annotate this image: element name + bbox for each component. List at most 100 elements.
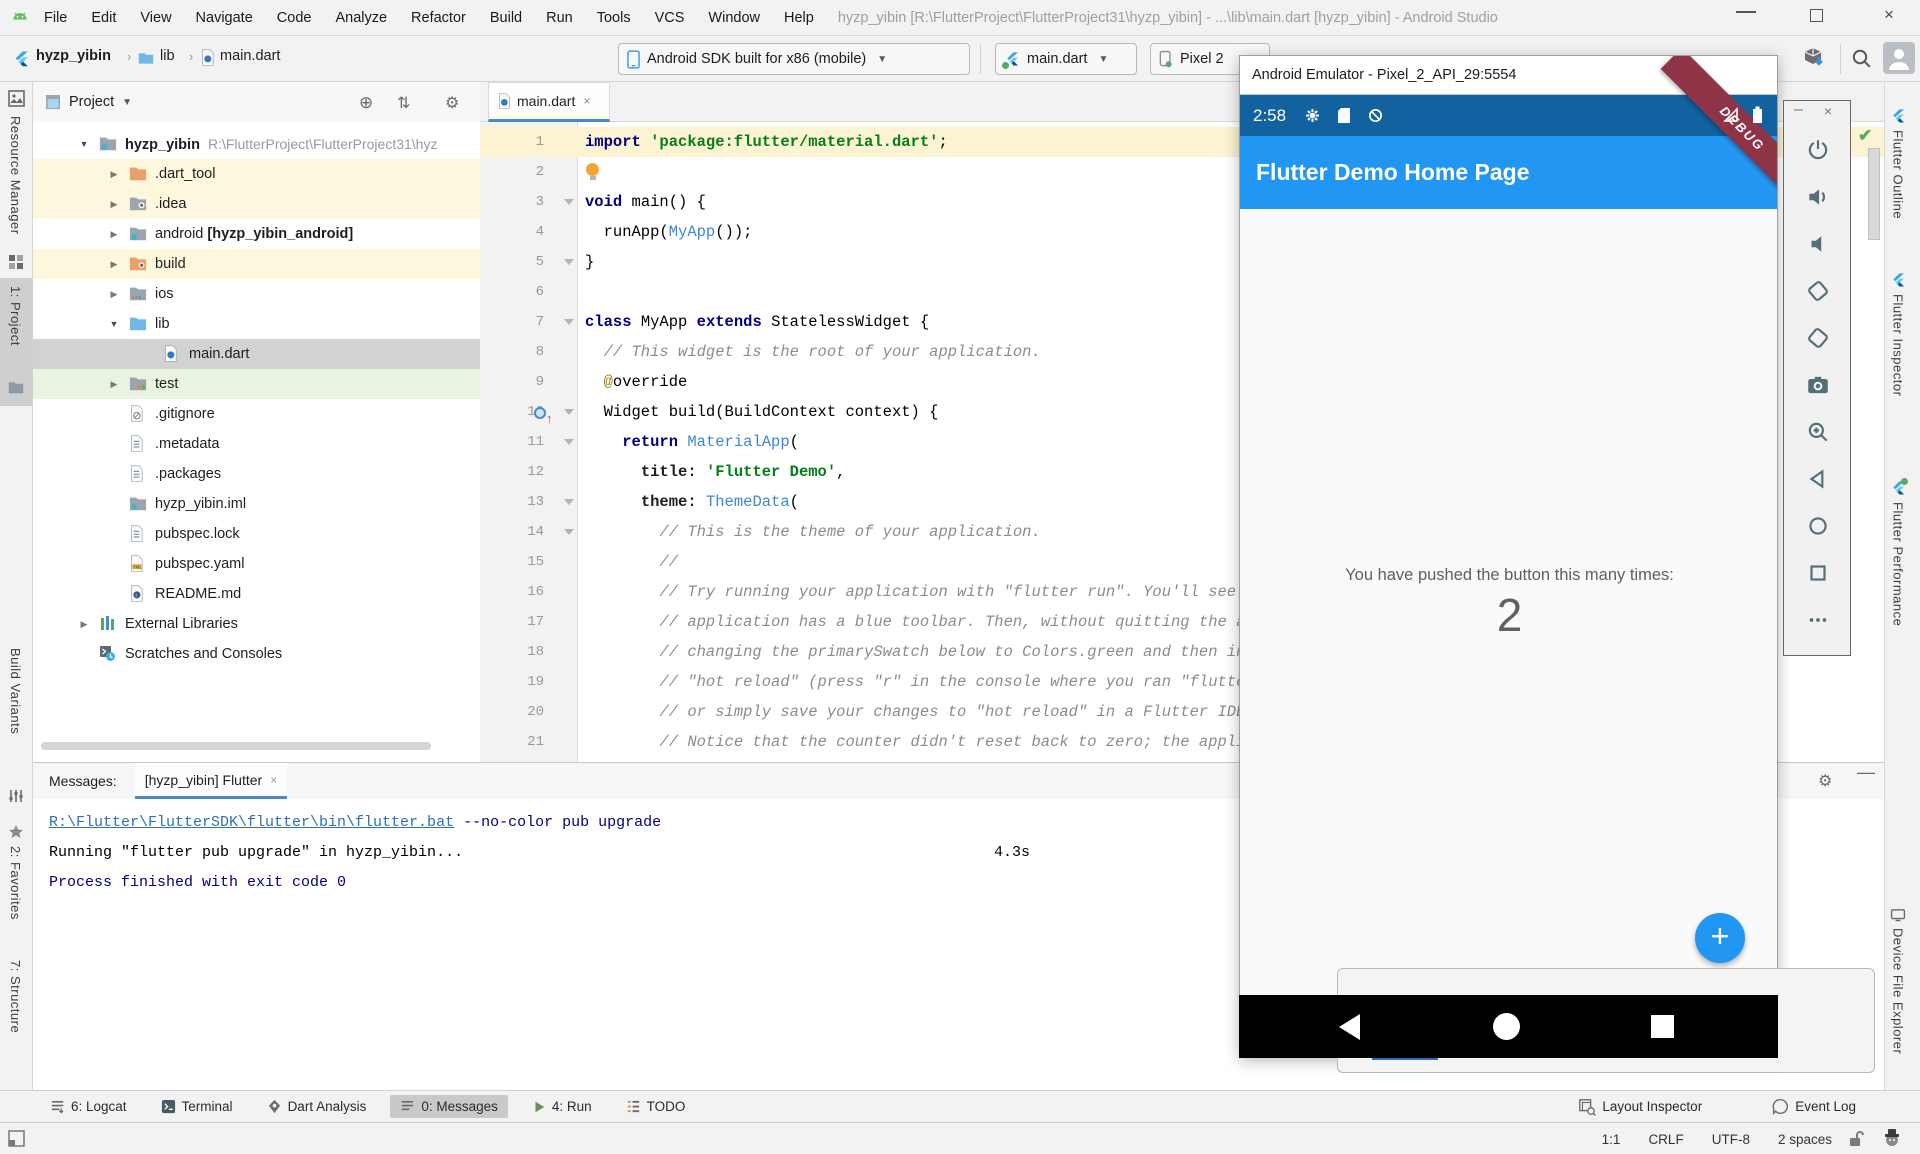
stripe-flutter-inspector[interactable]: Flutter Inspector <box>1890 272 1906 396</box>
tree-item--idea[interactable]: ▶.idea <box>33 189 480 219</box>
nav-overview-button[interactable] <box>1651 1015 1674 1038</box>
emulator-home-button[interactable] <box>1805 513 1831 539</box>
stripe-build-variants[interactable]: Build Variants <box>8 648 23 734</box>
breadcrumb-project[interactable]: hyzp_yibin <box>36 48 111 64</box>
editor-scrollbar[interactable] <box>1868 148 1880 240</box>
tree-item-build[interactable]: ▶build <box>33 249 480 279</box>
console-line[interactable]: Running "flutter pub upgrade" in hyzp_yi… <box>49 838 463 868</box>
breadcrumb-folder[interactable]: lib <box>160 48 175 64</box>
fold-marker-icon[interactable] <box>564 319 574 325</box>
tree-item--dart-tool[interactable]: ▶.dart_tool <box>33 159 480 189</box>
stripe-favorites[interactable]: 2: Favorites <box>8 846 23 920</box>
tree-item-android[interactable]: ▶android [hyzp_yibin_android] <box>33 219 480 249</box>
fold-marker-icon[interactable] <box>564 439 574 445</box>
tree-item--gitignore[interactable]: .gitignore <box>33 399 480 429</box>
menu-tools[interactable]: Tools <box>597 10 631 26</box>
menu-vcs[interactable]: VCS <box>655 10 685 26</box>
status-utf-8[interactable]: UTF-8 <box>1712 1132 1750 1147</box>
menu-help[interactable]: Help <box>784 10 814 26</box>
status-2-spaces[interactable]: 2 spaces <box>1778 1132 1832 1147</box>
tree-item-pubspec-lock[interactable]: pubspec.lock <box>33 519 480 549</box>
emulator-volume-up-button[interactable] <box>1805 184 1831 210</box>
toolwindow-tab-dart-analysis[interactable]: Dart Analysis <box>257 1095 377 1118</box>
tree-collapsed-icon[interactable]: ▶ <box>107 259 121 270</box>
hide-panel-icon[interactable]: — <box>1857 762 1875 783</box>
avatar[interactable] <box>1883 42 1915 74</box>
tree-collapsed-icon[interactable]: ▶ <box>107 229 121 240</box>
tree-item-hyzp-yibin-iml[interactable]: hyzp_yibin.iml <box>33 489 480 519</box>
status-1-1[interactable]: 1:1 <box>1602 1132 1621 1147</box>
console-line[interactable]: Process finished with exit code 0 <box>49 868 346 898</box>
menu-analyze[interactable]: Analyze <box>335 10 387 26</box>
stripe-flutter-performance[interactable]: Flutter Performance <box>1890 480 1906 626</box>
fold-marker-icon[interactable] <box>564 529 574 535</box>
tree-item-lib[interactable]: ▼lib <box>33 309 480 339</box>
menu-file[interactable]: File <box>44 10 67 26</box>
tree-expanded-icon[interactable]: ▼ <box>77 139 91 149</box>
toolwindow-tab-event-log[interactable]: Event Log <box>1762 1094 1866 1119</box>
star-icon[interactable] <box>8 824 24 840</box>
menu-run[interactable]: Run <box>546 10 573 26</box>
tree-item-external-libraries[interactable]: ▶External Libraries <box>33 609 480 639</box>
tree-item--packages[interactable]: .packages <box>33 459 480 489</box>
toolwindow-tab-layout-inspector[interactable]: Layout Inspector <box>1568 1094 1712 1120</box>
nav-back-button[interactable] <box>1339 1014 1360 1040</box>
menu-edit[interactable]: Edit <box>91 10 116 26</box>
horizontal-scrollbar[interactable] <box>41 742 431 750</box>
notification-icon[interactable] <box>1882 1128 1902 1148</box>
menu-navigate[interactable]: Navigate <box>196 10 253 26</box>
nav-home-button[interactable] <box>1493 1013 1520 1040</box>
toolwindow-tab-todo[interactable]: TODO <box>616 1095 696 1118</box>
tree-item-test[interactable]: ▶test <box>33 369 480 399</box>
emulator-minimize-button[interactable]: – <box>1794 101 1803 119</box>
emulator-rotate-left-button[interactable] <box>1805 278 1831 304</box>
tree-expanded-icon[interactable]: ▼ <box>107 319 121 329</box>
build-variants-icon[interactable] <box>8 788 24 804</box>
emulator-zoom-in-button[interactable] <box>1805 419 1831 445</box>
close-tab-icon[interactable]: × <box>270 773 277 787</box>
intention-bulb-icon[interactable] <box>586 163 599 176</box>
fab-increment-button[interactable]: + <box>1695 913 1745 963</box>
toolwindow-tab-terminal[interactable]: Terminal <box>151 1095 243 1118</box>
emulator-more-button[interactable] <box>1805 607 1831 633</box>
toolwindow-toggle-icon[interactable] <box>8 1130 25 1147</box>
toolwindow-icon[interactable] <box>8 254 24 270</box>
console-line[interactable]: R:\Flutter\FlutterSDK\flutter\bin\flutte… <box>49 808 661 838</box>
emulator-overview-button[interactable] <box>1805 560 1831 586</box>
breadcrumb-file[interactable]: main.dart <box>220 48 280 64</box>
tab-main-dart[interactable]: main.dart × <box>488 82 610 122</box>
fold-marker-icon[interactable] <box>564 259 574 265</box>
stripe-structure[interactable]: 7: Structure <box>8 960 23 1033</box>
unlock-icon[interactable] <box>1848 1130 1864 1147</box>
fold-marker-icon[interactable] <box>564 199 574 205</box>
close-button[interactable]: × <box>1884 5 1894 25</box>
project-panel-title[interactable]: Project <box>69 94 114 110</box>
search-everywhere-icon[interactable] <box>1850 47 1874 71</box>
menu-view[interactable]: View <box>140 10 171 26</box>
menu-code[interactable]: Code <box>277 10 312 26</box>
tree-item-main-dart[interactable]: main.dart <box>33 339 480 369</box>
tab-flutter-console[interactable]: [hyzp_yibin] Flutter × <box>135 763 288 799</box>
tree-collapsed-icon[interactable]: ▶ <box>107 169 121 180</box>
tree-collapsed-icon[interactable]: ▶ <box>107 199 121 210</box>
status-crlf[interactable]: CRLF <box>1648 1132 1683 1147</box>
sdk-manager-icon[interactable] <box>1800 44 1826 70</box>
stripe-resource-manager[interactable]: Resource Manager <box>8 116 23 235</box>
collapse-all-icon[interactable]: ⇅ <box>397 93 410 113</box>
stripe-device-file-explorer[interactable]: Device File Explorer <box>1890 908 1906 1054</box>
run-config-selector[interactable]: main.dart ▼ <box>995 43 1137 75</box>
emulator-power-button[interactable] <box>1805 137 1831 163</box>
close-tab-icon[interactable]: × <box>583 94 590 108</box>
fold-marker-icon[interactable] <box>564 499 574 505</box>
tree-item-ios[interactable]: ▶ios <box>33 279 480 309</box>
tree-collapsed-icon[interactable]: ▶ <box>107 289 121 300</box>
tree-item--metadata[interactable]: .metadata <box>33 429 480 459</box>
tree-collapsed-icon[interactable]: ▶ <box>107 379 121 390</box>
locate-file-icon[interactable]: ⊕ <box>359 93 373 113</box>
menu-build[interactable]: Build <box>490 10 522 26</box>
tree-item-pubspec-yaml[interactable]: YMLpubspec.yaml <box>33 549 480 579</box>
resource-manager-icon[interactable] <box>8 90 25 107</box>
menu-window[interactable]: Window <box>708 10 760 26</box>
emulator-close-button[interactable]: × <box>1824 103 1832 119</box>
toolwindow-tab-0-messages[interactable]: 0: Messages <box>390 1095 508 1118</box>
